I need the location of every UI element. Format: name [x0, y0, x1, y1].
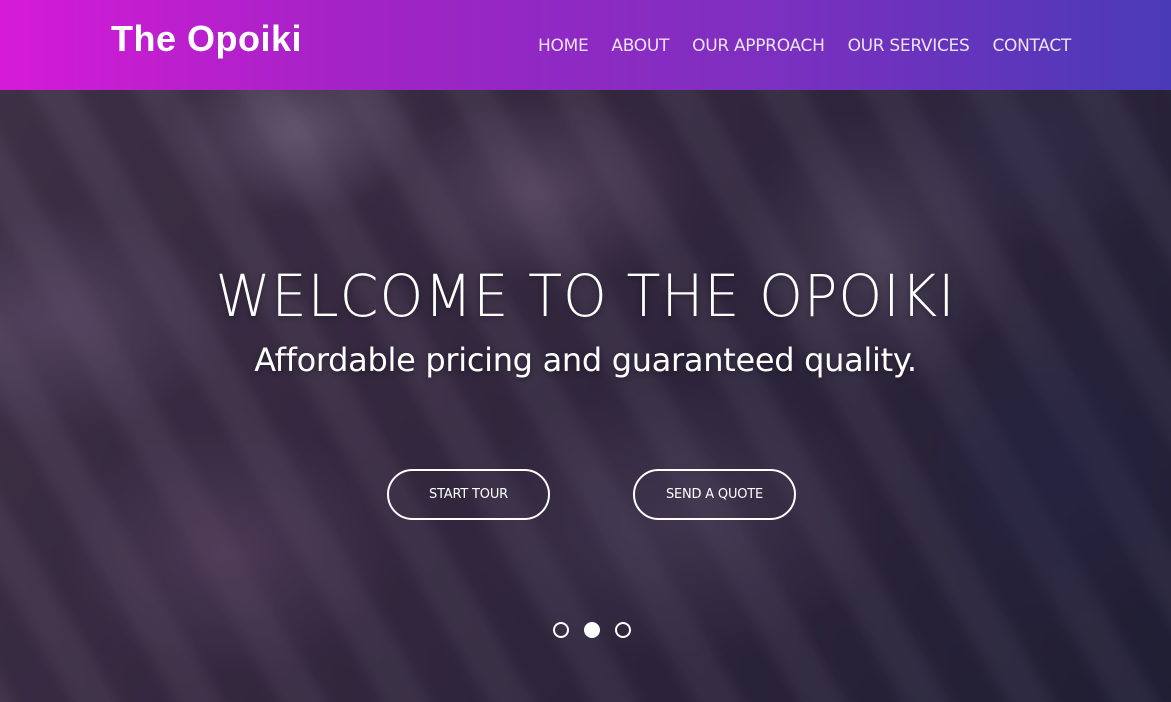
- top-navbar: The Opoiki HOME ABOUT OUR APPROACH OUR S…: [0, 0, 1171, 90]
- carousel-indicators: [0, 622, 1171, 638]
- hero-carousel: WELCOME TO THE OPOIKI Affordable pricing…: [0, 90, 1171, 702]
- carousel-dot-2[interactable]: [583, 622, 600, 638]
- nav-item-home: HOME: [538, 34, 589, 58]
- start-tour-button[interactable]: START TOUR: [387, 469, 550, 520]
- carousel-dot-1[interactable]: [552, 622, 569, 638]
- page: The Opoiki HOME ABOUT OUR APPROACH OUR S…: [0, 0, 1171, 702]
- hero-caption: WELCOME TO THE OPOIKI Affordable pricing…: [0, 260, 1171, 382]
- brand-logo[interactable]: The Opoiki: [111, 18, 302, 60]
- nav-link-about[interactable]: ABOUT: [611, 36, 669, 56]
- send-quote-button[interactable]: SEND A QUOTE: [633, 469, 796, 520]
- nav-link-our-services[interactable]: OUR SERVICES: [848, 36, 970, 56]
- carousel-dot-3[interactable]: [614, 622, 631, 638]
- nav-link-contact[interactable]: CONTACT: [992, 36, 1071, 56]
- nav-item-our-services: OUR SERVICES: [848, 34, 970, 58]
- hero-title: WELCOME TO THE OPOIKI: [215, 262, 956, 330]
- nav-link-our-approach[interactable]: OUR APPROACH: [692, 36, 825, 56]
- nav-item-contact: CONTACT: [992, 34, 1071, 58]
- nav-item-about: ABOUT: [611, 34, 669, 58]
- nav-item-our-approach: OUR APPROACH: [692, 34, 825, 58]
- hero-overlay: [0, 90, 1171, 702]
- hero-subtitle: Affordable pricing and guaranteed qualit…: [254, 341, 917, 379]
- nav-link-home[interactable]: HOME: [538, 36, 589, 56]
- hero-buttons: START TOUR SEND A QUOTE: [0, 469, 1171, 521]
- main-nav: HOME ABOUT OUR APPROACH OUR SERVICES CON…: [538, 34, 1071, 58]
